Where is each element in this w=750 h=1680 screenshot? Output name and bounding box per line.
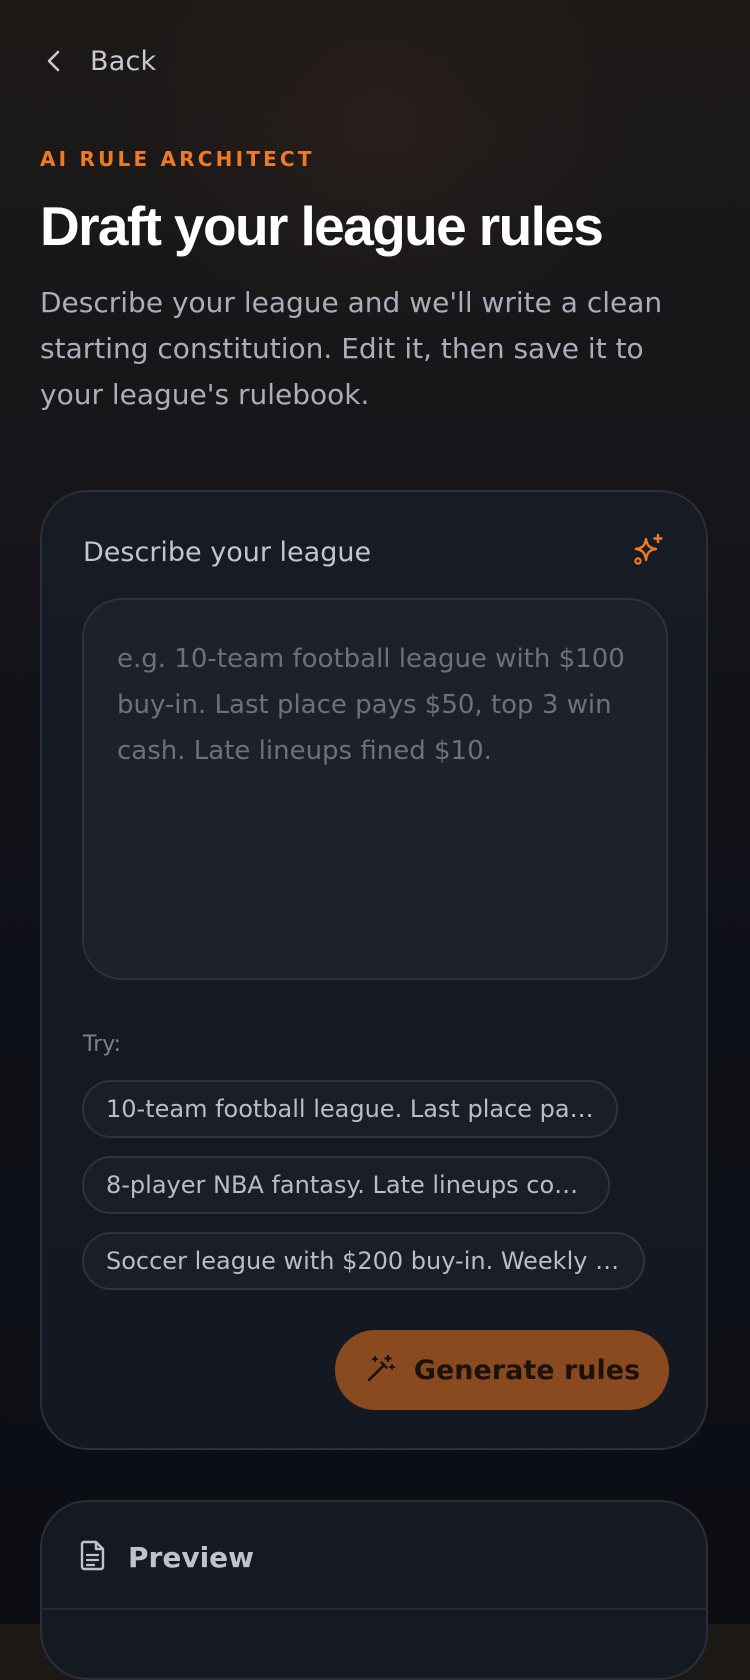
back-label: Back [90,45,157,77]
suggestion-chip-label: Soccer league with $200 buy-in. Weekly w… [106,1247,621,1275]
preview-title: Preview [128,1540,255,1574]
suggestion-chip-soccer[interactable]: Soccer league with $200 buy-in. Weekly w… [82,1232,645,1290]
league-description-input[interactable] [84,600,666,978]
league-description-field[interactable] [82,598,668,980]
generate-rules-label: Generate rules [413,1354,641,1386]
suggestion-chip-nba[interactable]: 8-player NBA fantasy. Late lineups cost … [82,1156,610,1214]
describe-league-card: Describe your league Try: 10-team footba… [40,490,708,1450]
preview-header: Preview [78,1532,254,1582]
card-header: Describe your league [83,532,666,572]
suggestion-chip-label: 8-player NBA fantasy. Late lineups cost … [106,1171,586,1199]
sparkles-icon [632,533,666,571]
chevron-left-icon [40,47,68,75]
preview-divider [42,1608,706,1610]
magic-wand-icon [364,1353,396,1388]
document-icon [78,1539,108,1575]
eyebrow-label: AI RULE ARCHITECT [40,147,315,171]
suggestion-chip-label: 10-team football league. Last place pays… [106,1095,594,1123]
page-subtitle: Describe your league and we'll write a c… [40,286,663,411]
preview-card: Preview [40,1500,708,1680]
generate-rules-button[interactable]: Generate rules [335,1330,669,1410]
try-label: Try: [83,1032,122,1057]
page-title: Draft your league rules [40,195,604,257]
card-title: Describe your league [83,536,372,568]
back-button[interactable]: Back [40,36,156,86]
suggestion-chip-football[interactable]: 10-team football league. Last place pays… [82,1080,618,1138]
